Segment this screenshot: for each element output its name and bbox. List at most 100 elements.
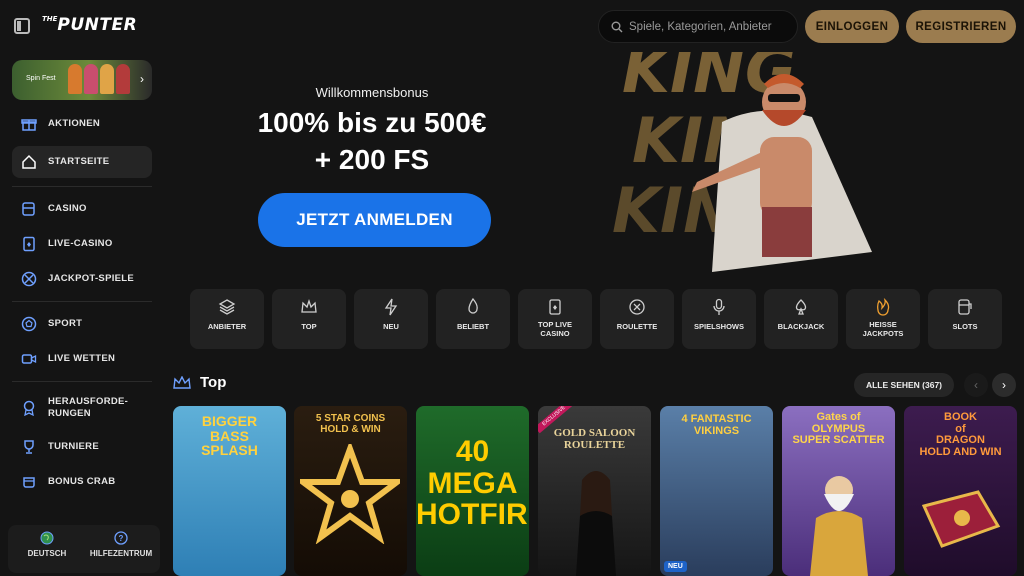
promo-characters-image (68, 64, 132, 99)
trophy-icon (20, 438, 38, 456)
chevron-right-icon: › (140, 72, 144, 86)
sidebar-item-label: HERAUSFORDE- RUNGEN (48, 396, 129, 419)
spade-icon (795, 299, 807, 315)
sidebar-item-herausforderungen[interactable]: HERAUSFORDE- RUNGEN (12, 389, 152, 427)
category-beliebt[interactable]: BELIEBT (436, 289, 510, 349)
category-roulette[interactable]: ROULETTE (600, 289, 674, 349)
dealer-artwork (576, 471, 616, 576)
search-bar[interactable] (598, 10, 798, 43)
sidebar-divider (12, 186, 152, 187)
flame-icon (468, 298, 478, 314)
help-center-link[interactable]: ? HILFEZENTRUM (86, 531, 156, 558)
sidebar-divider (12, 381, 152, 382)
section-title-top: Top (200, 374, 227, 391)
zeus-artwork (810, 476, 868, 576)
signup-cta-button[interactable]: JETZT ANMELDEN (258, 193, 491, 247)
category-spielshows[interactable]: SPIELSHOWS (682, 289, 756, 349)
hero-offer-line-1: 100% bis zu 500€ (257, 107, 487, 138)
game-title: Gates of OLYMPUS SUPER SCATTER (792, 411, 885, 447)
category-label: TOP (301, 322, 317, 331)
live-card-icon (549, 299, 561, 315)
language-selector[interactable]: DEUTSCH (12, 531, 82, 558)
chevron-right-icon: › (1002, 378, 1006, 392)
game-title: BIGGER BASS SPLASH (201, 413, 258, 459)
see-all-button[interactable]: ALLE SEHEN (367) (854, 373, 954, 397)
home-icon (20, 153, 38, 171)
sidebar-item-label: CASINO (48, 203, 87, 214)
category-neu[interactable]: NEU (354, 289, 428, 349)
game-card-gold-saloon-roulette[interactable]: EXCLUSIVE GOLD SALOON ROULETTE (538, 406, 651, 576)
slots-icon (958, 299, 972, 315)
crab-icon (20, 473, 38, 491)
game-title: 40 MEGA HOTFIRE (416, 435, 529, 531)
category-top[interactable]: TOP (272, 289, 346, 349)
sidebar-item-label: BONUS CRAB (48, 476, 116, 487)
chip-icon (20, 270, 38, 288)
category-anbieter[interactable]: ANBIETER (190, 289, 264, 349)
layers-icon (218, 299, 236, 315)
game-card-5-star-coins[interactable]: 5 STAR COINS HOLD & WIN (294, 406, 407, 576)
sidebar-item-sport[interactable]: SPORT (12, 308, 152, 340)
top-header: THEPUNTER EINLOGGEN REGISTRIEREN (0, 0, 1024, 52)
book-artwork (921, 490, 1001, 548)
category-blackjack[interactable]: BLACKJACK (764, 289, 838, 349)
category-label: ROULETTE (616, 322, 658, 331)
sidebar-item-jackpot-spiele[interactable]: JACKPOT-SPIELE (12, 263, 152, 295)
sidebar-item-startseite[interactable]: STARTSEITE (12, 146, 152, 178)
game-card-gates-of-olympus[interactable]: Gates of OLYMPUS SUPER SCATTER (782, 406, 895, 576)
sidebar-divider (12, 301, 152, 302)
sidebar-item-label: TURNIERE (48, 441, 99, 452)
register-button[interactable]: REGISTRIEREN (906, 10, 1016, 43)
game-card-40-mega-hotfire[interactable]: 40 MEGA HOTFIRE (416, 406, 529, 576)
roulette-icon (629, 299, 645, 315)
hot-jackpot-icon (877, 298, 890, 316)
carousel-next-button[interactable]: › (992, 373, 1016, 397)
new-badge: NEU (664, 561, 687, 572)
sidebar-item-live-casino[interactable]: LIVE-CASINO (12, 228, 152, 260)
game-title: GOLD SALOON ROULETTE (553, 427, 636, 451)
category-top-live-casino[interactable]: TOP LIVE CASINO (518, 289, 592, 349)
bolt-icon (384, 298, 398, 316)
game-title: BOOK of DRAGON HOLD AND WIN (919, 411, 1002, 458)
game-title: 5 STAR COINS HOLD & WIN (315, 413, 386, 435)
category-label: SLOTS (952, 322, 978, 331)
sidebar-item-aktionen[interactable]: AKTIONEN (12, 108, 152, 140)
game-title: 4 FANTASTIC VIKINGS (681, 413, 752, 437)
king-mascot-image: KING KING KING (612, 52, 872, 272)
carousel-prev-button[interactable]: ‹ (964, 373, 988, 397)
microphone-icon (713, 298, 725, 315)
globe-icon (40, 531, 54, 545)
category-label: BLACKJACK (777, 322, 825, 331)
hero-offer-line-2: + 200 FS (314, 144, 430, 175)
logo-text: PUNTER (57, 15, 138, 35)
search-input[interactable] (629, 20, 789, 33)
sidebar-item-label: AKTIONEN (48, 118, 101, 129)
video-icon (20, 350, 38, 368)
category-label: NEU (383, 322, 399, 331)
sidebar-item-bonus-crab[interactable]: BONUS CRAB (12, 466, 152, 498)
ball-icon (20, 315, 38, 333)
category-label: HEISSE JACKPOTS (862, 320, 904, 338)
site-logo[interactable]: THEPUNTER (42, 15, 137, 35)
hero-subtitle: Willkommensbonus (315, 85, 429, 100)
hero-banner[interactable]: Willkommensbonus 100% bis zu 500€ + 200 … (162, 52, 1024, 280)
category-heisse-jackpots[interactable]: HEISSE JACKPOTS (846, 289, 920, 349)
sidebar-item-casino[interactable]: CASINO (12, 193, 152, 225)
promo-banner-spin-fest[interactable]: Spin Fest › (12, 60, 152, 100)
chevron-left-icon: ‹ (974, 378, 978, 392)
logo-prefix: THE (42, 15, 58, 23)
sidebar-toggle-icon[interactable] (14, 18, 30, 34)
game-card-4-fantastic-vikings[interactable]: 4 FANTASTIC VIKINGS NEU (660, 406, 773, 576)
game-card-bigger-bass-splash[interactable]: BIGGER BASS SPLASH (173, 406, 286, 576)
sidebar-item-label: STARTSEITE (48, 156, 110, 167)
category-label: TOP LIVE CASINO (538, 320, 572, 338)
category-slots[interactable]: SLOTS (928, 289, 1002, 349)
sidebar-item-turniere[interactable]: TURNIERE (12, 431, 152, 463)
gift-icon (20, 115, 38, 133)
sidebar-item-label: LIVE WETTEN (48, 353, 116, 364)
category-label: ANBIETER (207, 322, 247, 331)
login-button[interactable]: EINLOGGEN (805, 10, 899, 43)
game-card-book-of-dragon[interactable]: BOOK of DRAGON HOLD AND WIN (904, 406, 1017, 576)
sidebar-item-live-wetten[interactable]: LIVE WETTEN (12, 343, 152, 375)
category-label: SPIELSHOWS (693, 322, 744, 331)
